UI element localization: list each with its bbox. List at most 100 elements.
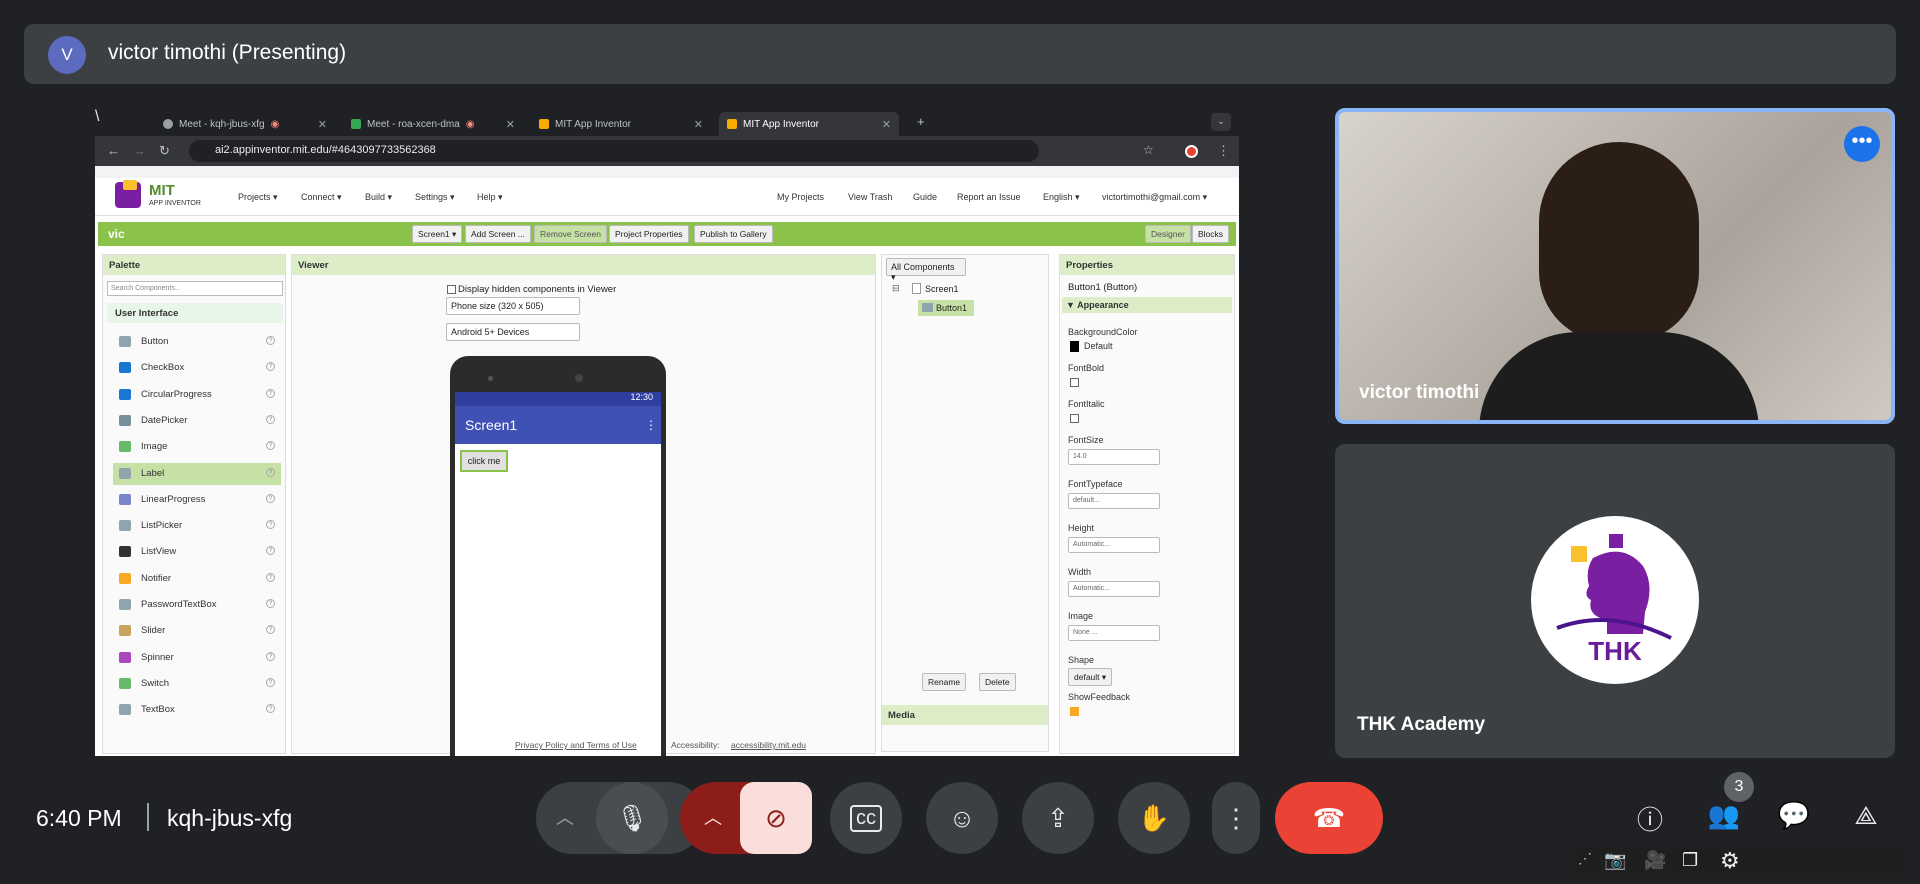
present-button[interactable]: ⇪ — [1022, 782, 1094, 854]
palette-item-circularprogress[interactable]: CircularProgress? — [113, 384, 281, 406]
tree-screen1[interactable]: Screen1 — [925, 284, 959, 294]
hidden-components-checkbox[interactable] — [447, 285, 456, 294]
mic-options-icon[interactable]: ︿ — [556, 804, 574, 830]
rename-button[interactable]: Rename — [922, 673, 967, 691]
accessibility-link[interactable]: accessibility.mit.edu — [731, 740, 806, 750]
phone-size-select[interactable]: Phone size (320 x 505) — [446, 297, 580, 315]
link-report-issue[interactable]: Report an Issue — [957, 192, 1021, 202]
appearance-section[interactable]: ▼ Appearance — [1062, 297, 1232, 313]
blocks-button[interactable]: Blocks — [1192, 225, 1230, 243]
menu-projects[interactable]: Projects ▾ — [238, 192, 278, 203]
palette-item-notifier[interactable]: Notifier? — [113, 568, 281, 590]
more-options-icon[interactable]: ••• — [1844, 126, 1880, 162]
width-input[interactable]: Automatic... — [1068, 581, 1160, 597]
add-screen-button[interactable]: Add Screen ... — [465, 225, 531, 243]
palette-item-textbox[interactable]: TextBox? — [113, 699, 281, 721]
close-icon[interactable]: ✕ — [318, 118, 327, 131]
help-icon[interactable]: ? — [266, 414, 275, 424]
publish-gallery-button[interactable]: Publish to Gallery — [694, 225, 773, 243]
help-icon[interactable]: ? — [266, 651, 275, 661]
project-properties-button[interactable]: Project Properties — [609, 225, 689, 243]
remove-screen-button[interactable]: Remove Screen — [534, 225, 607, 243]
new-tab-icon[interactable]: + — [917, 114, 925, 129]
screenshot-icon[interactable]: 📷 — [1604, 850, 1626, 871]
showfeedback-checkbox[interactable] — [1070, 707, 1079, 716]
palette-item-label[interactable]: Label? — [113, 462, 281, 485]
palette-item-datepicker[interactable]: DatePicker? — [113, 410, 281, 432]
device-select[interactable]: Android 5+ Devices — [446, 323, 580, 341]
help-icon[interactable]: ? — [266, 520, 275, 530]
tray-more-icon[interactable]: ⋰ — [1578, 850, 1592, 867]
fontsize-input[interactable]: 14.0 — [1068, 449, 1160, 465]
tab-search-icon[interactable]: ⌄ — [1211, 113, 1231, 131]
fontitalic-checkbox[interactable] — [1070, 414, 1079, 423]
delete-button[interactable]: Delete — [979, 673, 1016, 691]
help-icon[interactable]: ? — [266, 388, 275, 398]
more-options-button[interactable]: ⋮ — [1212, 782, 1260, 854]
reactions-button[interactable]: ☺ — [926, 782, 998, 854]
help-icon[interactable]: ? — [266, 493, 275, 503]
image-input[interactable]: None ... — [1068, 625, 1160, 641]
menu-language[interactable]: English ▾ — [1043, 192, 1080, 203]
star-icon[interactable]: ☆ — [1143, 143, 1154, 157]
help-icon[interactable]: ? — [266, 362, 275, 372]
link-view-trash[interactable]: View Trash — [848, 192, 892, 202]
height-input[interactable]: Automatic... — [1068, 537, 1160, 553]
close-icon[interactable]: ✕ — [506, 118, 515, 131]
help-icon[interactable]: ? — [266, 704, 275, 714]
menu-account[interactable]: victortimothi@gmail.com ▾ — [1102, 192, 1207, 203]
palette-item-image[interactable]: Image? — [113, 436, 281, 458]
typeface-input[interactable]: default... — [1068, 493, 1160, 509]
menu-build[interactable]: Build ▾ — [365, 192, 392, 203]
help-icon[interactable]: ? — [266, 336, 275, 345]
browser-tab[interactable]: Meet - kqh-jbus-xfg ◉ ✕ — [155, 112, 335, 136]
color-swatch[interactable] — [1070, 341, 1079, 352]
help-icon[interactable]: ? — [266, 441, 275, 451]
activities-icon[interactable]: ⟁ — [1846, 800, 1886, 832]
help-icon[interactable]: ? — [266, 599, 275, 608]
more-vert-icon[interactable]: ⋮ — [1217, 143, 1230, 159]
palette-item-spinner[interactable]: Spinner? — [113, 647, 281, 669]
close-icon[interactable]: ✕ — [882, 118, 891, 131]
people-icon[interactable]: 👥 — [1704, 800, 1744, 831]
participant-tile-camera[interactable]: ••• victor timothi — [1335, 108, 1895, 424]
screen-selector[interactable]: Screen1 ▾ — [412, 225, 463, 243]
profile-icon[interactable] — [1185, 145, 1198, 158]
help-icon[interactable]: ? — [266, 467, 275, 477]
camera-off-button[interactable]: ⊘ — [740, 782, 812, 854]
components-filter[interactable]: All Components ▾ — [886, 258, 966, 282]
palette-item-listview[interactable]: ListView? — [113, 541, 281, 563]
url-input[interactable]: ai2.appinventor.mit.edu/#464309773356236… — [189, 140, 1039, 162]
component-search-input[interactable]: Search Components... — [107, 281, 283, 296]
browser-tab[interactable]: Meet - roa-xcen-dma ◉ ✕ — [343, 112, 523, 136]
browser-tab-active[interactable]: MIT App Inventor ✕ — [719, 112, 899, 136]
camera-options-icon[interactable]: ︿ — [704, 804, 722, 830]
leave-call-button[interactable]: ☎ — [1275, 782, 1383, 854]
record-video-icon[interactable]: 🎥 — [1644, 850, 1666, 871]
palette-item-switch[interactable]: Switch? — [113, 673, 281, 695]
menu-help[interactable]: Help ▾ — [477, 192, 503, 203]
palette-item-passwordtextbox[interactable]: PasswordTextBox? — [113, 594, 281, 616]
designer-button[interactable]: Designer — [1145, 225, 1192, 243]
back-icon[interactable]: ← — [107, 143, 120, 158]
participant-tile-thk[interactable]: THK THK Academy — [1335, 444, 1895, 758]
palette-item-slider[interactable]: Slider? — [113, 620, 281, 642]
help-icon[interactable]: ? — [266, 677, 275, 687]
settings-icon[interactable]: ⚙ — [1720, 848, 1740, 874]
meeting-info-icon[interactable]: ⓘ — [1630, 800, 1670, 837]
raise-hand-button[interactable]: ✋ — [1118, 782, 1190, 854]
privacy-link[interactable]: Privacy Policy and Terms of Use — [515, 740, 637, 750]
captions-button[interactable]: cc — [830, 782, 902, 854]
chat-icon[interactable]: 💬 — [1774, 800, 1814, 831]
help-icon[interactable]: ? — [266, 625, 275, 635]
palette-item-listpicker[interactable]: ListPicker? — [113, 515, 281, 537]
palette-item-linearprogress[interactable]: LinearProgress? — [113, 489, 281, 511]
link-my-projects[interactable]: My Projects — [777, 192, 824, 202]
menu-connect[interactable]: Connect ▾ — [301, 192, 342, 203]
close-icon[interactable]: ✕ — [694, 118, 703, 131]
palette-item-checkbox[interactable]: CheckBox? — [113, 357, 281, 379]
browser-tab[interactable]: MIT App Inventor ✕ — [531, 112, 711, 136]
bg-value[interactable]: Default — [1084, 341, 1113, 351]
palette-item-button[interactable]: Button? — [113, 331, 281, 353]
fontbold-checkbox[interactable] — [1070, 378, 1079, 387]
